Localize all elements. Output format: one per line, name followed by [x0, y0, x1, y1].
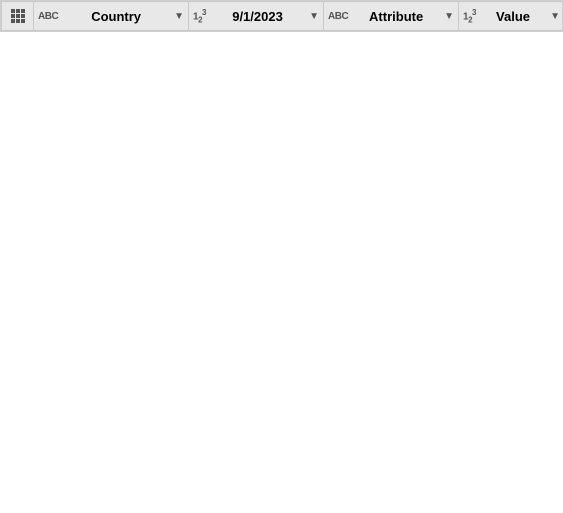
abc-icon-attribute: ABC	[328, 11, 348, 22]
country-column-label: Country	[61, 9, 171, 24]
grid-icon	[11, 9, 25, 23]
column-header-date[interactable]: 123 9/1/2023 ▼	[189, 2, 324, 31]
date-dropdown-arrow[interactable]: ▼	[309, 11, 319, 22]
data-table: ABC Country ▼ 123 9/1/2023 ▼ ABC Att	[0, 0, 563, 32]
row-num-header[interactable]	[2, 2, 34, 31]
value-dropdown-arrow[interactable]: ▼	[550, 11, 560, 22]
attribute-dropdown-arrow[interactable]: ▼	[444, 11, 454, 22]
123-icon-value: 123	[463, 8, 476, 24]
value-column-label: Value	[479, 9, 547, 24]
123-icon-date: 123	[193, 8, 206, 24]
column-header-value[interactable]: 123 Value ▼	[459, 2, 563, 31]
table-header-row: ABC Country ▼ 123 9/1/2023 ▼ ABC Att	[2, 2, 563, 31]
attribute-column-label: Attribute	[351, 9, 441, 24]
date-column-label: 9/1/2023	[209, 9, 306, 24]
column-header-country[interactable]: ABC Country ▼	[34, 2, 189, 31]
country-dropdown-arrow[interactable]: ▼	[174, 11, 184, 22]
abc-icon-country: ABC	[38, 11, 58, 22]
column-header-attribute[interactable]: ABC Attribute ▼	[324, 2, 459, 31]
